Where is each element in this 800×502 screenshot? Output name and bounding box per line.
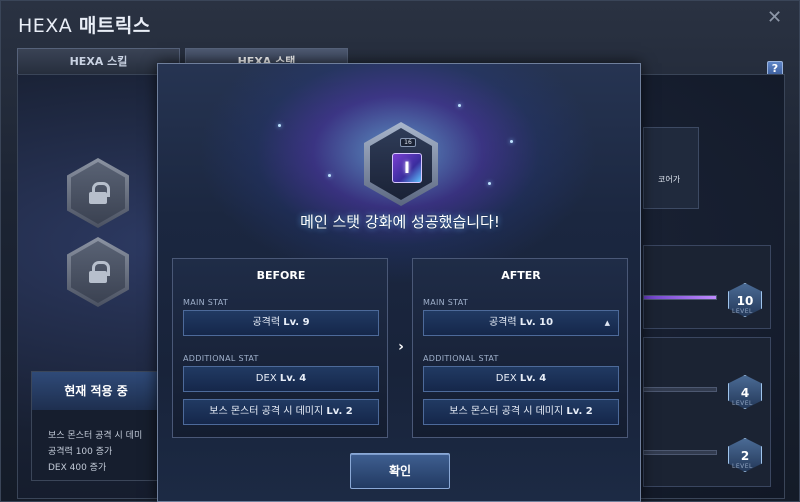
confirm-button[interactable]: 확인 [350,453,450,489]
stat-name: 보스 몬스터 공격 시 데미지 [209,406,324,417]
after-panel: AFTER MAIN STAT 공격력 Lv. 10 ▲ ADDITIONAL … [412,258,628,438]
sparkle-icon [458,104,461,107]
level-caption: LEVEL [732,400,753,407]
sparkle-icon [328,174,331,177]
level-caption: LEVEL [732,308,753,315]
before-title: BEFORE [256,269,306,282]
after-title: AFTER [501,269,541,282]
enhance-result-dialog: 16 I 메인 스탯 강화에 성공했습니다! BEFORE MAIN STAT … [157,63,641,502]
stat-level: Lv. 4 [279,373,307,384]
stat-level: Lv. 2 [326,406,353,417]
core-level-badge: 16 [400,138,416,147]
sparkle-icon [278,124,281,127]
stat-core-icon: I [392,153,422,183]
level-up-icon: ▲ [604,319,610,327]
window-title: HEXA 매트릭스 [18,11,151,38]
stat-name: 공격력 [252,317,281,328]
window-title-prefix: HEXA [18,15,73,37]
lock-icon [89,182,110,204]
additional-stat-label: ADDITIONAL STAT [183,354,259,363]
stat-name: 공격력 [488,317,517,328]
main-stat-label: MAIN STAT [423,298,469,307]
current-applied-line: DEX 400 증가 [48,463,107,473]
sparkle-icon [510,140,513,143]
main-stat-progress [643,295,717,300]
sparkle-icon [488,182,491,185]
before-main-stat-row: 공격력 Lv. 9 [183,310,379,336]
stat-level: Lv. 10 [519,317,554,328]
additional-stat-progress [643,450,717,455]
chevron-right-icon: › [398,339,404,355]
stat-level: Lv. 9 [283,317,310,328]
additional-stat-progress [643,387,717,392]
success-message: 메인 스탯 강화에 성공했습니다! [300,213,500,231]
current-applied-box: 현재 적용 중 보스 몬스터 공격 시 데미 공격력 100 증가 DEX 40… [31,371,160,481]
current-applied-line: 공격력 100 증가 [48,447,113,457]
core-card[interactable] [643,127,699,209]
close-icon[interactable]: ✕ [767,7,782,28]
before-panel: BEFORE MAIN STAT 공격력 Lv. 9 ADDITIONAL ST… [172,258,388,438]
additional-stat-label: ADDITIONAL STAT [423,354,499,363]
level-caption: LEVEL [732,463,753,470]
before-additional-stat-row: DEX Lv. 4 [183,366,379,392]
tab-hexa-skill[interactable]: HEXA 스킬 [17,48,180,74]
after-additional-stat-row: 보스 몬스터 공격 시 데미지 Lv. 2 [423,399,619,425]
current-applied-title: 현재 적용 중 [32,372,160,410]
stat-name: DEX [495,373,517,384]
stat-level: Lv. 2 [566,406,593,417]
window-title-main: 매트릭스 [78,15,151,37]
after-main-stat-row: 공격력 Lv. 10 ▲ [423,310,619,336]
lock-icon [89,261,110,283]
current-applied-line: 보스 몬스터 공격 시 데미 [48,431,143,441]
stat-name: DEX [255,373,277,384]
side-note-text: 코어가 [658,175,681,184]
after-additional-stat-row: DEX Lv. 4 [423,366,619,392]
stat-level: Lv. 4 [519,373,547,384]
main-stat-label: MAIN STAT [183,298,229,307]
stat-name: 보스 몬스터 공격 시 데미지 [449,406,564,417]
before-additional-stat-row: 보스 몬스터 공격 시 데미지 Lv. 2 [183,399,379,425]
